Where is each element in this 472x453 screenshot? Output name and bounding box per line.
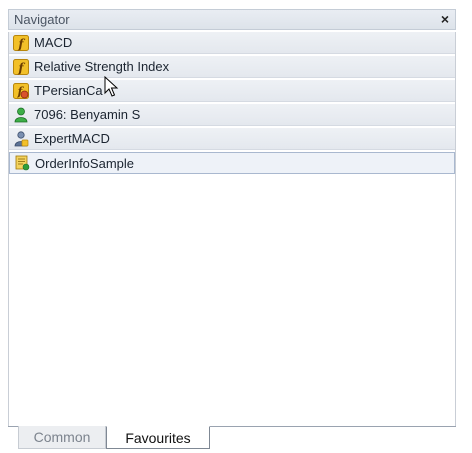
list-item[interactable]: ExpertMACD [9, 128, 455, 150]
close-icon[interactable]: × [441, 11, 449, 27]
tab-bar: Common Favourites [8, 426, 456, 451]
navigator-titlebar: Navigator × [8, 9, 456, 30]
list-item-label: OrderInfoSample [35, 155, 134, 171]
account-icon [13, 107, 29, 123]
list-item[interactable]: f MACD [9, 32, 455, 54]
list-item-label: MACD [34, 35, 73, 50]
list-item-label: Relative Strength Index [34, 59, 170, 74]
list-item-label: TPersianCa [34, 83, 103, 98]
favourites-list: f MACD f Relative Strength Index f TPers… [8, 32, 456, 426]
list-item[interactable]: f TPersianCa [9, 80, 455, 102]
list-item[interactable]: f Relative Strength Index [9, 56, 455, 78]
custom-indicator-icon: f [13, 82, 29, 99]
indicator-icon: f [13, 58, 29, 75]
tab-favourites[interactable]: Favourites [106, 426, 210, 449]
tab-common[interactable]: Common [18, 426, 106, 449]
list-item-label: 7096: Benyamin S [34, 107, 141, 122]
mouse-cursor-icon [104, 76, 119, 97]
expert-advisor-icon [13, 130, 29, 147]
list-item[interactable]: 7096: Benyamin S [9, 104, 455, 126]
panel-title: Navigator [14, 12, 70, 27]
list-item[interactable]: OrderInfoSample [9, 152, 455, 174]
indicator-icon: f [13, 34, 29, 51]
navigator-panel: Navigator × f MACD f Relative Strength I… [0, 0, 460, 452]
script-icon [14, 155, 30, 171]
list-item-label: ExpertMACD [34, 131, 110, 146]
